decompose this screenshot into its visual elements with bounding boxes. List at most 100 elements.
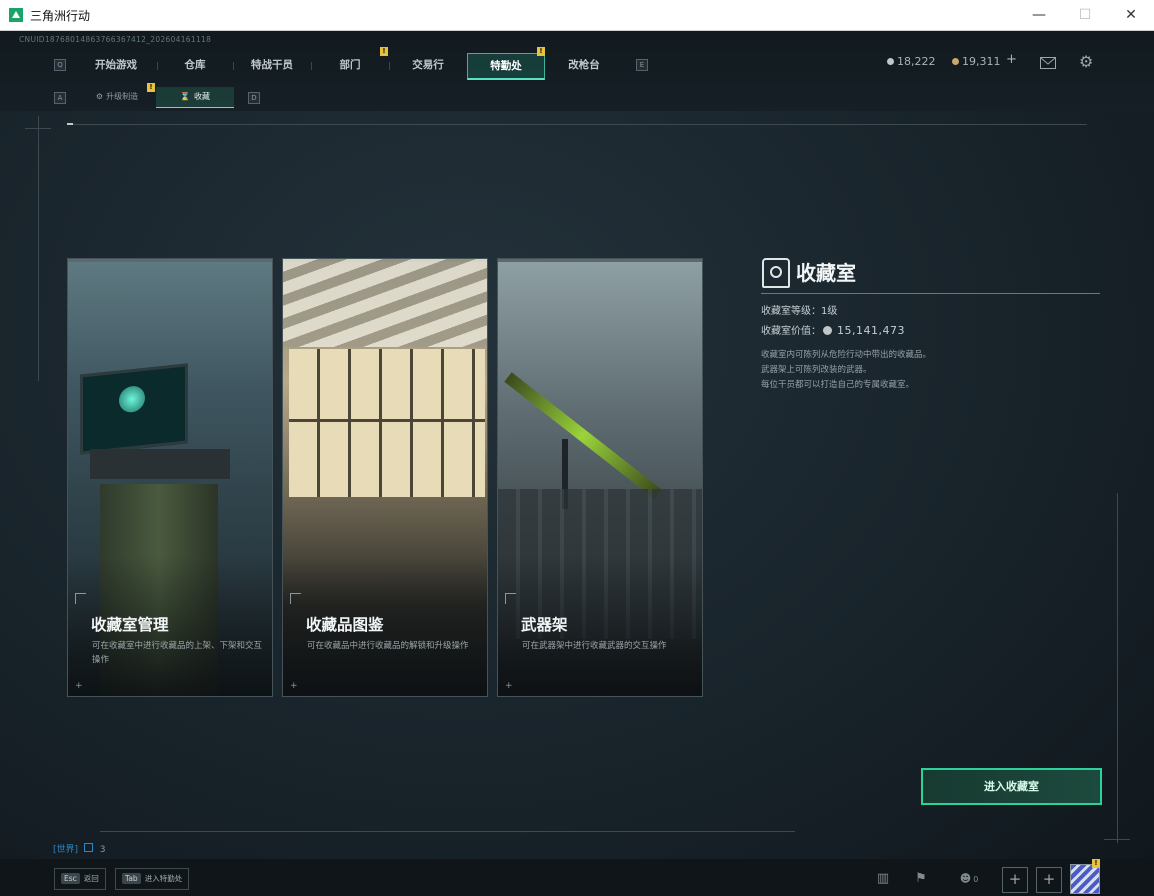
tab-separator: [157, 62, 158, 70]
subtab-collection[interactable]: ⌛ 收藏: [156, 87, 234, 108]
gold-coin-icon: [952, 58, 959, 65]
close-button[interactable]: ✕: [1108, 0, 1154, 30]
player-uid: CNUID18768014863766367412_202604161118: [19, 35, 212, 44]
tab-key: Tab: [122, 873, 141, 884]
friends-count: 0: [973, 875, 979, 884]
card-description: 可在武器架中进行收藏武器的交互操作: [522, 641, 667, 651]
currency-1-value: 18,222: [897, 55, 936, 68]
mail-icon[interactable]: [1040, 57, 1056, 69]
coin-icon: [887, 58, 894, 65]
card-corner-plus: +: [505, 681, 513, 691]
delta-force-app-icon: [9, 8, 23, 22]
enter-collection-room-button[interactable]: 进入收藏室: [921, 768, 1102, 805]
coin-icon: [823, 326, 832, 335]
vault-dial: [770, 266, 782, 278]
panel-divider: [761, 293, 1100, 294]
avatar[interactable]: [1070, 864, 1100, 894]
collection-value: 收藏室价值： 15,141,473: [761, 322, 905, 337]
card-collectibles-catalog[interactable]: 收藏品图鉴 可在收藏品中进行收藏品的解锁和升级操作 +: [282, 258, 488, 697]
add-currency-button[interactable]: +: [1006, 52, 1017, 67]
chat-count: 3: [99, 845, 106, 855]
currency-2: 19,311: [952, 55, 1001, 68]
chat-icon: [83, 843, 93, 852]
top-nav-bar: CNUID18768014863766367412_202604161118 Q…: [0, 31, 1154, 111]
description-line-1: 收藏室内可陈列从危险行动中带出的收藏品。: [761, 350, 932, 360]
tab-gunsmith[interactable]: 改枪台: [548, 53, 620, 77]
card-corner-mark: [505, 593, 516, 604]
key-hint-a: A: [54, 92, 66, 104]
keyboard: [90, 449, 230, 479]
stats-icon[interactable]: ▥: [870, 867, 896, 891]
minimize-button[interactable]: —: [1016, 0, 1062, 30]
maximize-button[interactable]: ☐: [1062, 0, 1108, 30]
card-description: 可在收藏室中进行收藏品的上架、下架和交互操作: [92, 641, 263, 665]
card-corner-plus: +: [75, 681, 83, 691]
friends-button[interactable]: ☻ 0: [952, 867, 986, 891]
card-collection-management[interactable]: 收藏室管理 可在收藏室中进行收藏品的上架、下架和交互操作 +: [67, 258, 273, 697]
game-viewport: CNUID18768014863766367412_202604161118 Q…: [0, 31, 1154, 896]
card-corner-mark: [290, 593, 301, 604]
tab-start-game[interactable]: 开始游戏: [78, 53, 154, 77]
vault-icon: [762, 258, 790, 288]
special-ops-alert-badge: !: [537, 47, 545, 56]
esc-key: Esc: [61, 873, 80, 884]
card-top-strip: [498, 259, 702, 262]
card-title: 武器架: [521, 616, 568, 634]
shelf-divider: [289, 419, 485, 422]
frame-crosshair: [25, 128, 51, 129]
description-line-3: 每位干员都可以打造自己的专属收藏室。: [761, 380, 915, 390]
friends-icon: ☻: [959, 872, 972, 885]
collection-value-label: 收藏室价值：: [761, 326, 821, 337]
gear-icon[interactable]: ⚙: [1079, 52, 1093, 71]
tab-warehouse[interactable]: 仓库: [160, 53, 230, 77]
tab-separator: [233, 62, 234, 70]
collection-level-label: 收藏室等级：: [761, 306, 821, 317]
card-title: 收藏室管理: [91, 616, 169, 634]
frame-top-line: [67, 124, 1087, 125]
window-titlebar: 三角洲行动 — ☐ ✕: [0, 0, 1154, 31]
tab-operators[interactable]: 特战干员: [236, 53, 308, 77]
avatar-alert-badge: !: [1092, 859, 1100, 868]
panel-description: 收藏室内可陈列从危险行动中带出的收藏品。 武器架上可陈列改装的武器。 每位干员都…: [761, 348, 931, 393]
frame-left-line: [38, 116, 39, 381]
tab-department[interactable]: 部门: [314, 53, 386, 77]
back-button[interactable]: Esc 返回: [54, 868, 106, 890]
wrench-icon: ⚙: [95, 92, 104, 101]
upgrade-alert-badge: !: [147, 83, 155, 92]
card-corner-plus: +: [290, 681, 298, 691]
description-line-2: 武器架上可陈列改装的武器。: [761, 365, 872, 375]
chat-channel: [世界]: [53, 845, 79, 855]
card-title: 收藏品图鉴: [306, 616, 384, 634]
tab-special-ops[interactable]: 特勤处: [467, 53, 545, 80]
panel-title: 收藏室: [796, 261, 856, 285]
enter-special-ops-button[interactable]: Tab 进入特勤处: [115, 868, 190, 890]
key-hint-e: E: [636, 59, 648, 71]
tab-separator: [311, 62, 312, 70]
card-weapon-rack[interactable]: 武器架 可在武器架中进行收藏武器的交互操作 +: [497, 258, 703, 697]
card-top-strip: [68, 259, 272, 262]
add-party-slot-2[interactable]: +: [1036, 867, 1062, 893]
hourglass-icon: ⌛: [180, 92, 190, 101]
subtab-upgrade-craft-label: 升级制造: [106, 92, 139, 101]
chat-line[interactable]: [世界] 3: [53, 842, 106, 855]
laptop-screen: [80, 363, 188, 455]
window-title: 三角洲行动: [30, 9, 91, 23]
collection-level: 收藏室等级：1级: [761, 302, 837, 317]
display-shelves: [289, 349, 485, 497]
frame-marker: [67, 123, 73, 125]
frame-right-line: [1117, 493, 1118, 843]
tab-market[interactable]: 交易行: [392, 53, 464, 77]
add-party-slot-1[interactable]: +: [1002, 867, 1028, 893]
card-description: 可在收藏品中进行收藏品的解锁和升级操作: [307, 641, 469, 651]
tab-separator: [389, 62, 390, 70]
key-hint-d: D: [248, 92, 260, 104]
currency-2-value: 19,311: [962, 55, 1001, 68]
card-corner-mark: [75, 593, 86, 604]
frame-bottom-line: [100, 831, 795, 832]
subtab-upgrade-craft[interactable]: ⚙ 升级制造: [80, 87, 154, 107]
back-label: 返回: [83, 874, 99, 883]
rifle: [504, 372, 662, 499]
flag-icon[interactable]: ⚑: [908, 867, 934, 891]
mail-envelope-icon: [1041, 58, 1055, 65]
frame-crosshair: [1104, 839, 1130, 840]
